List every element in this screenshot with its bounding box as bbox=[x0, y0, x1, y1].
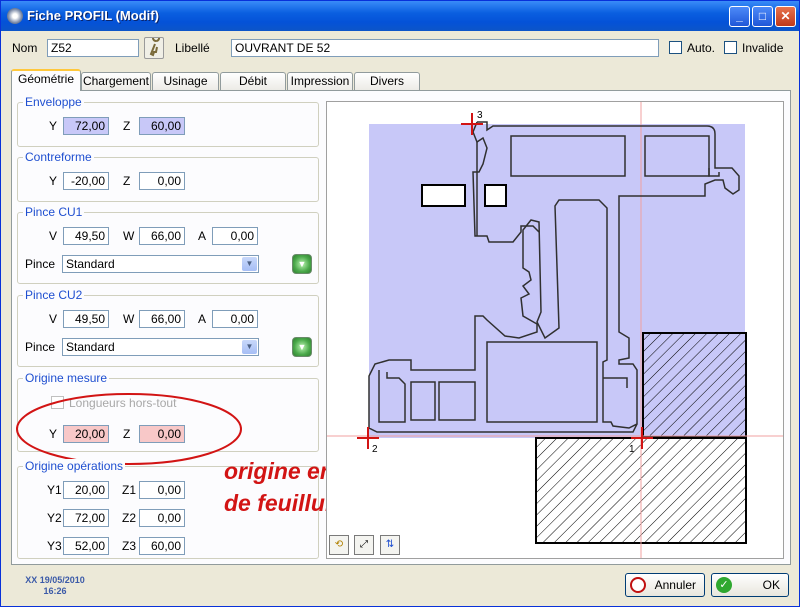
origine-operations-title: Origine opérations bbox=[23, 459, 126, 473]
annuler-button[interactable]: Annuler bbox=[625, 573, 705, 597]
pince-cu1-w-input[interactable]: 66,00 bbox=[139, 227, 185, 245]
op-z2-input[interactable]: 0,00 bbox=[139, 509, 185, 527]
enveloppe-z-input[interactable]: 60,00 bbox=[139, 117, 185, 135]
chevron-down-icon[interactable]: ▼ bbox=[242, 340, 257, 354]
footer-user-date: XX 19/05/2010 16:26 bbox=[19, 575, 91, 597]
window-title: Fiche PROFIL (Modif) bbox=[27, 8, 159, 23]
gasket-slot-right bbox=[484, 184, 507, 207]
op-y2-input[interactable]: 72,00 bbox=[63, 509, 109, 527]
annuler-label: Annuler bbox=[654, 578, 696, 592]
pince-cu1-expand-button[interactable]: ▼ bbox=[292, 254, 312, 274]
close-button[interactable]: ✕ bbox=[775, 6, 796, 27]
tab-usinage[interactable]: Usinage bbox=[152, 72, 219, 90]
origine-mesure-title: Origine mesure bbox=[23, 371, 110, 385]
pince-cu1-select-value: Standard bbox=[66, 257, 115, 271]
enveloppe-title: Enveloppe bbox=[23, 95, 84, 109]
pince-cu1-w-label: W bbox=[123, 229, 135, 243]
pince-cu2-w-label: W bbox=[123, 312, 135, 326]
chevron-down-icon: ▼ bbox=[297, 342, 307, 352]
pince-cu2-a-input[interactable]: 0,00 bbox=[212, 310, 258, 328]
pince-cu1-v-input[interactable]: 49,50 bbox=[63, 227, 109, 245]
tab-divers[interactable]: Divers bbox=[354, 72, 420, 90]
op-y2-label: Y2 bbox=[47, 511, 62, 525]
pince-cu2-a-label: A bbox=[198, 312, 207, 326]
footer-time-text: 16:26 bbox=[43, 586, 67, 596]
rotate-button[interactable]: ⟲ bbox=[329, 535, 349, 555]
gasket-slot-left bbox=[421, 184, 466, 207]
pince-cu2-expand-button[interactable]: ▼ bbox=[292, 337, 312, 357]
key-icon bbox=[149, 34, 161, 57]
flip-button[interactable]: ⇅ bbox=[380, 535, 400, 555]
title-bar[interactable]: Fiche PROFIL (Modif) _ □ ✕ bbox=[1, 1, 799, 31]
profil-window: Fiche PROFIL (Modif) _ □ ✕ Nom Z52 Libel… bbox=[0, 0, 800, 607]
op-z2-label: Z2 bbox=[122, 511, 137, 525]
cancel-icon bbox=[630, 577, 646, 593]
op-y1-input[interactable]: 20,00 bbox=[63, 481, 109, 499]
contreforme-z-input[interactable]: 0,00 bbox=[139, 172, 185, 190]
pince-cu2-pince-label: Pince bbox=[25, 340, 56, 354]
pince-cu2-v-input[interactable]: 49,50 bbox=[63, 310, 109, 328]
profile-drawing-canvas[interactable]: 3 2 1 bbox=[326, 101, 784, 559]
op-y1-label: Y1 bbox=[47, 483, 62, 497]
op-y3-input[interactable]: 52,00 bbox=[63, 537, 109, 555]
marker-3-label: 3 bbox=[477, 110, 483, 121]
libelle-label: Libellé bbox=[175, 41, 210, 55]
pince-cu1-pince-label: Pince bbox=[25, 257, 56, 271]
marker-2-label: 2 bbox=[372, 444, 378, 455]
rotate-icon: ⟲ bbox=[334, 539, 344, 550]
ok-button[interactable]: ✓ OK bbox=[711, 573, 789, 597]
op-z3-input[interactable]: 60,00 bbox=[139, 537, 185, 555]
mirror-button[interactable]: ⤢ bbox=[354, 535, 374, 555]
ok-label: OK bbox=[762, 578, 780, 592]
pince-cu2-title: Pince CU2 bbox=[23, 288, 85, 302]
pince-cu1-a-input[interactable]: 0,00 bbox=[212, 227, 258, 245]
tab-impression[interactable]: Impression bbox=[287, 72, 353, 90]
profile-drawing: 3 2 1 bbox=[327, 102, 783, 558]
pince-cu1-select[interactable]: Standard ▼ bbox=[62, 255, 259, 273]
nom-label: Nom bbox=[12, 41, 38, 55]
contreforme-y-input[interactable]: -20,00 bbox=[63, 172, 109, 190]
auto-checkbox[interactable] bbox=[669, 41, 682, 54]
pince-cu2-select[interactable]: Standard ▼ bbox=[62, 338, 259, 356]
key-button[interactable] bbox=[144, 34, 164, 59]
pince-cu2-v-label: V bbox=[49, 312, 58, 326]
enveloppe-y-input[interactable]: 72,00 bbox=[63, 117, 109, 135]
chevron-down-icon: ▼ bbox=[297, 259, 307, 269]
invalide-checkbox[interactable] bbox=[724, 41, 737, 54]
contreforme-title: Contreforme bbox=[23, 150, 94, 164]
maximize-button[interactable]: □ bbox=[752, 6, 773, 27]
contreforme-upper-hatch bbox=[642, 332, 747, 438]
mirror-icon: ⤢ bbox=[360, 539, 368, 550]
contreforme-y-label: Y bbox=[49, 174, 58, 188]
auto-label: Auto. bbox=[687, 41, 716, 55]
annotation-ellipse bbox=[16, 393, 242, 465]
pince-cu2-w-input[interactable]: 66,00 bbox=[139, 310, 185, 328]
libelle-input[interactable]: OUVRANT DE 52 bbox=[231, 39, 659, 57]
pince-cu1-v-label: V bbox=[49, 229, 58, 243]
minimize-button[interactable]: _ bbox=[729, 6, 750, 27]
tab-debit[interactable]: Débit bbox=[220, 72, 286, 90]
marker-1-label: 1 bbox=[629, 444, 635, 455]
flip-icon: ⇅ bbox=[385, 539, 395, 550]
chevron-down-icon[interactable]: ▼ bbox=[242, 257, 257, 271]
app-icon bbox=[7, 8, 23, 24]
pince-cu2-group: Pince CU2 bbox=[17, 288, 319, 367]
op-z1-input[interactable]: 0,00 bbox=[139, 481, 185, 499]
tab-geometrie[interactable]: Géométrie bbox=[11, 69, 81, 91]
pince-cu2-select-value: Standard bbox=[66, 340, 115, 354]
check-icon: ✓ bbox=[716, 577, 732, 593]
op-z3-label: Z3 bbox=[122, 539, 137, 553]
nom-input[interactable]: Z52 bbox=[47, 39, 139, 57]
pince-cu1-a-label: A bbox=[198, 229, 207, 243]
contreforme-z-label: Z bbox=[123, 174, 131, 188]
op-z1-label: Z1 bbox=[122, 483, 137, 497]
enveloppe-y-label: Y bbox=[49, 119, 58, 133]
pince-cu1-title: Pince CU1 bbox=[23, 205, 85, 219]
tab-chargement[interactable]: Chargement bbox=[81, 72, 151, 90]
invalide-label: Invalide bbox=[742, 41, 784, 55]
enveloppe-z-label: Z bbox=[123, 119, 131, 133]
op-y3-label: Y3 bbox=[47, 539, 62, 553]
footer-user-date-text: XX 19/05/2010 bbox=[25, 575, 85, 585]
pince-cu1-group: Pince CU1 bbox=[17, 205, 319, 284]
